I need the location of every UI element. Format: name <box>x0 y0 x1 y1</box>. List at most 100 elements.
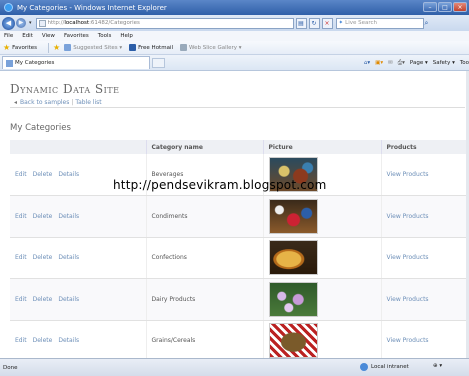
tab-page-icon <box>6 59 13 67</box>
search-go-icon[interactable]: ⌕ <box>425 18 435 29</box>
maximize-button[interactable]: □ <box>438 2 452 12</box>
favorites-button[interactable]: ★ Favorites <box>3 43 37 52</box>
web-slice-gallery-link[interactable]: Web Slice Gallery ▾ <box>180 44 242 51</box>
tab-row: My Categories ⌂▾ ▣▾ ✉ ⎙▾ Page ▾ Safety ▾… <box>0 55 469 71</box>
view-products-link[interactable]: View Products <box>387 337 429 344</box>
categories-table: Category name Picture Products Edit Delet… <box>10 140 469 358</box>
page-heading: My Categories <box>10 123 71 133</box>
close-button[interactable]: × <box>453 2 467 12</box>
stop-icon[interactable]: × <box>321 17 333 29</box>
zone-label: Local intranet <box>371 364 409 370</box>
forward-button[interactable]: ▶ <box>16 18 26 28</box>
delete-link[interactable]: Delete <box>33 337 53 344</box>
menu-favorites[interactable]: Favorites <box>64 33 89 39</box>
table-row: Edit Delete Details Grains/Cereals View Pr… <box>10 320 469 358</box>
security-zone: Local intranet <box>360 363 409 371</box>
edit-link[interactable]: Edit <box>15 296 27 303</box>
refresh-icon[interactable]: ↻ <box>308 17 320 29</box>
url-rest: :61482/Categories <box>89 20 140 26</box>
menu-file[interactable]: File <box>4 33 13 39</box>
products-cell: View Products <box>381 237 469 279</box>
picture-cell <box>263 195 382 238</box>
free-hotmail-link[interactable]: Free Hotmail <box>129 44 173 51</box>
menu-help[interactable]: Help <box>120 33 133 39</box>
category-name: Grains/Cereals <box>146 320 264 358</box>
delete-link[interactable]: Delete <box>33 171 53 178</box>
hotmail-icon <box>129 44 137 51</box>
back-button[interactable]: ◀ <box>2 16 15 30</box>
details-link[interactable]: Details <box>58 254 79 261</box>
tab-my-categories[interactable]: My Categories <box>2 56 150 69</box>
page-content: Dynamic Data Site ◂ Back to samples | Table… <box>0 71 469 358</box>
window-title-bar: My Categories - Windows Internet Explore… <box>0 0 469 15</box>
back-to-samples-link[interactable]: Back to samples <box>20 99 69 106</box>
home-icon[interactable]: ⌂▾ <box>364 60 370 66</box>
feeds-icon[interactable]: ▣▾ <box>375 60 383 66</box>
page-icon <box>38 19 46 27</box>
address-field[interactable]: http://localhost:61482/Categories <box>35 17 294 29</box>
tab-label: My Categories <box>15 60 55 66</box>
window-title: My Categories - Windows Internet Explore… <box>17 3 167 12</box>
mail-icon[interactable]: ✉ <box>388 60 393 66</box>
menu-bar: File Edit View Favorites Tools Help <box>0 31 469 41</box>
favorites-label: Favorites <box>12 44 38 51</box>
category-picture <box>268 323 318 358</box>
table-header-row: Category name Picture Products <box>10 140 469 154</box>
details-link[interactable]: Details <box>58 171 79 178</box>
details-link[interactable]: Details <box>58 213 79 220</box>
delete-link[interactable]: Delete <box>33 254 53 261</box>
header-divider <box>10 107 465 108</box>
delete-link[interactable]: Delete <box>33 213 53 220</box>
suggested-sites-icon <box>64 44 72 51</box>
row-actions: Edit Delete Details <box>10 278 147 321</box>
view-products-link[interactable]: View Products <box>387 171 429 178</box>
picture-cell <box>263 320 382 358</box>
edit-link[interactable]: Edit <box>15 171 27 178</box>
tools-menu[interactable]: Too <box>460 60 469 66</box>
edit-link[interactable]: Edit <box>15 213 27 220</box>
category-name: Confections <box>146 237 264 279</box>
column-header-picture: Picture <box>263 140 382 154</box>
row-actions: Edit Delete Details <box>10 237 147 279</box>
minimize-button[interactable]: – <box>423 2 437 12</box>
category-picture <box>268 281 318 317</box>
history-dropdown-icon[interactable]: ▾ <box>29 20 32 26</box>
menu-edit[interactable]: Edit <box>22 33 33 39</box>
table-list-link[interactable]: Table list <box>75 99 101 106</box>
breadcrumb: ◂ Back to samples | Table list <box>14 99 102 106</box>
edit-link[interactable]: Edit <box>15 337 27 344</box>
view-products-link[interactable]: View Products <box>387 296 429 303</box>
edit-link[interactable]: Edit <box>15 254 27 261</box>
delete-link[interactable]: Delete <box>33 296 53 303</box>
page-menu[interactable]: Page ▾ <box>410 60 428 66</box>
suggested-sites-link[interactable]: Suggested Sites ▾ <box>64 44 122 51</box>
details-link[interactable]: Details <box>58 337 79 344</box>
url-host: localhost <box>64 20 90 26</box>
compatibility-view-icon[interactable]: ▤ <box>295 17 307 29</box>
watermark-url: http://pendsevikram.blogspot.com <box>113 178 327 192</box>
print-icon[interactable]: ⎙▾ <box>398 60 405 67</box>
category-picture <box>268 240 318 276</box>
view-products-link[interactable]: View Products <box>387 254 429 261</box>
breadcrumb-separator: | <box>71 99 74 106</box>
search-placeholder: Live Search <box>345 20 377 26</box>
web-slice-gallery-label: Web Slice Gallery ▾ <box>189 44 242 51</box>
products-cell: View Products <box>381 278 469 321</box>
details-link[interactable]: Details <box>58 296 79 303</box>
category-name: Condiments <box>146 195 264 238</box>
menu-tools[interactable]: Tools <box>98 33 112 39</box>
table-row: Edit Delete Details Confections View Produ… <box>10 237 469 279</box>
view-products-link[interactable]: View Products <box>387 213 429 220</box>
table-row: Edit Delete Details Condiments View Produc… <box>10 195 469 238</box>
search-input[interactable]: ✦ Live Search <box>335 17 424 29</box>
menu-view[interactable]: View <box>42 33 55 39</box>
zoom-control[interactable]: ⊕ ▾ <box>433 363 442 369</box>
command-bar: ⌂▾ ▣▾ ✉ ⎙▾ Page ▾ Safety ▾ Too <box>364 55 469 71</box>
products-cell: View Products <box>381 154 469 196</box>
add-to-favorites-icon[interactable]: ★ <box>53 43 60 52</box>
window-controls: – □ × <box>423 2 467 12</box>
live-search-icon: ✦ <box>338 20 344 26</box>
divider <box>48 42 50 53</box>
safety-menu[interactable]: Safety ▾ <box>433 60 455 66</box>
new-tab-button[interactable] <box>152 57 165 68</box>
